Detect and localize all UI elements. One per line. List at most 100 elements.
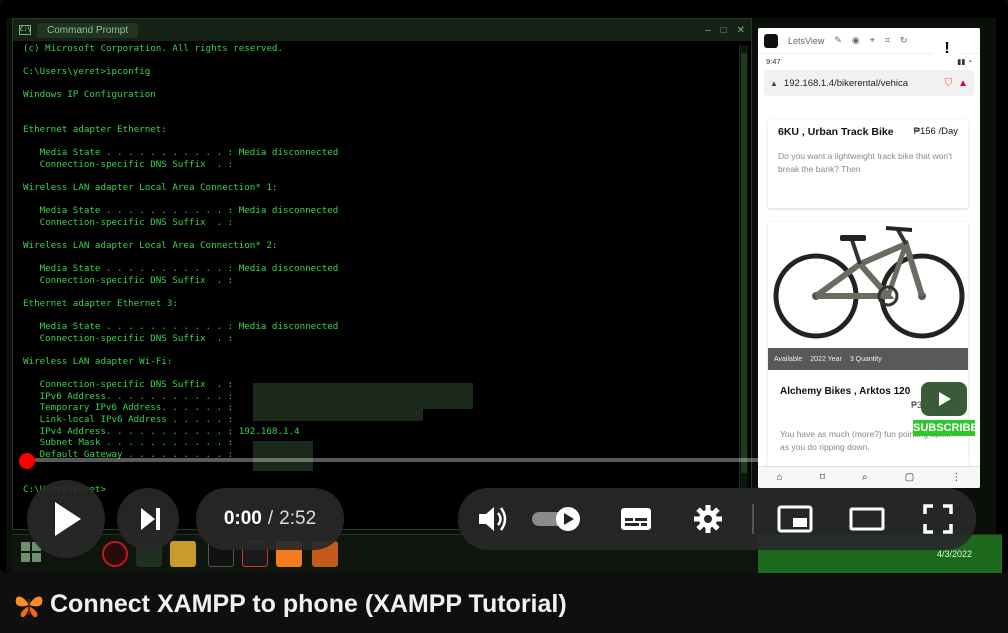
- cmd-output-line: [23, 286, 723, 298]
- bike-price: ₱156 /Day: [913, 126, 958, 137]
- cmd-output-line: Media State . . . . . . . . . . . : Medi…: [23, 147, 339, 159]
- cmd-output-line: [23, 101, 723, 113]
- cmd-output-line: [23, 310, 723, 322]
- pin-icon: ⌖: [869, 35, 875, 45]
- time-separator: /: [267, 508, 274, 529]
- cmd-window-controls: – □ ✕: [705, 25, 745, 36]
- more-info-button[interactable]: !: [932, 34, 962, 64]
- progress-bar[interactable]: [22, 458, 974, 462]
- cmd-scrollbar: [739, 45, 748, 525]
- redacted-ip-block: [253, 383, 473, 409]
- duration: 2:52: [279, 508, 317, 529]
- miniplayer-button[interactable]: [774, 488, 816, 550]
- search-icon: ⌕: [862, 472, 868, 483]
- cmd-output-line: [23, 194, 723, 206]
- home-icon: ⌂: [776, 472, 783, 483]
- cmd-output-line: Wireless LAN adapter Wi-Fi:: [23, 356, 173, 368]
- menu-icon: ⋮: [951, 472, 962, 483]
- status-icons: ▮▮ ◔: [957, 56, 972, 66]
- video-player[interactable]: C:\ Command Prompt – □ ✕ (c) Microsoft C…: [0, 0, 1008, 573]
- skip-next-icon: [141, 508, 160, 530]
- next-button[interactable]: [117, 488, 179, 550]
- bike-desc: Do you want a lightweight track bike tha…: [778, 151, 953, 174]
- cmd-output-line: Subnet Mask . . . . . . . . . . . :: [23, 437, 234, 449]
- autoplay-toggle[interactable]: [530, 488, 586, 550]
- autoplay-icon: [532, 507, 580, 531]
- rotate-icon: ↻: [899, 35, 908, 45]
- browser-url-bar: ▲ 192.168.1.4/bikerental/vehica ⛉ ▲: [764, 70, 974, 96]
- progress-scrubber[interactable]: [19, 453, 35, 469]
- volume-button[interactable]: [472, 488, 512, 550]
- current-time: 0:00: [223, 508, 262, 529]
- cmd-output-line: [23, 55, 723, 67]
- minimize-icon: –: [705, 24, 711, 36]
- bike-card: 6KU , Urban Track Bike ₱156 /Day Do you …: [768, 120, 968, 208]
- rewards-icon: ▲: [958, 77, 968, 89]
- cmd-output-line: [23, 252, 723, 264]
- tabs-icon: ▢: [904, 472, 915, 483]
- play-icon: [55, 502, 81, 536]
- bike-badges: Available 2022 Year 3 Quantity: [768, 348, 968, 370]
- crop-icon: ⌗: [884, 35, 890, 45]
- quantity-badge: 3 Quantity: [849, 355, 882, 363]
- right-controls: [458, 488, 976, 550]
- status-time: 9:47: [766, 56, 781, 66]
- cmd-output-line: [23, 344, 723, 356]
- cmd-output-line: IPv4 Address. . . . . . . . . . . : 192.…: [23, 425, 300, 437]
- cmd-output-line: [23, 171, 723, 183]
- subscribe-label: SUBSCRIBE: [913, 420, 978, 436]
- settings-button[interactable]: [688, 488, 728, 550]
- cmd-titlebar: C:\ Command Prompt – □ ✕: [13, 19, 751, 41]
- cmd-output-line: Connection-specific DNS Suffix . :: [23, 158, 234, 170]
- play-icon: [921, 382, 967, 416]
- cmd-output-line: Connection-specific DNS Suffix . :: [23, 216, 234, 228]
- gear-icon: [694, 505, 722, 533]
- fullscreen-button[interactable]: [918, 488, 958, 550]
- cmd-output-line: [23, 472, 723, 484]
- theater-mode-button[interactable]: [846, 488, 888, 550]
- cmd-output-line: [23, 460, 723, 472]
- cmd-output-line: Connection-specific DNS Suffix . :: [23, 332, 234, 344]
- letsview-logo: [764, 33, 778, 48]
- redacted-ip-block: [253, 441, 313, 471]
- subtitles-button[interactable]: [616, 488, 656, 550]
- cmd-output-line: Wireless LAN adapter Local Area Connecti…: [23, 182, 278, 194]
- maximize-icon: □: [720, 24, 727, 36]
- bookmark-icon: ⌑: [819, 472, 825, 483]
- subscribe-watermark: SUBSCRIBE: [913, 382, 978, 442]
- close-icon: ✕: [736, 24, 745, 36]
- theater-icon: [849, 507, 885, 531]
- video-title-row: Connect XAMPP to phone (XAMPP Tutorial): [14, 590, 567, 619]
- cmd-icon: C:\: [19, 25, 31, 35]
- cmd-title: Command Prompt: [37, 22, 139, 38]
- bike-title: 6KU , Urban Track Bike: [778, 126, 894, 138]
- video-title[interactable]: Connect XAMPP to phone (XAMPP Tutorial): [50, 590, 567, 619]
- tray-date: 4/3/2022: [936, 549, 972, 559]
- url-text: 192.168.1.4/bikerental/vehica: [783, 77, 909, 89]
- cmd-output-line: [23, 113, 723, 125]
- redacted-ip-block: [253, 409, 423, 421]
- cmd-output-line: Media State . . . . . . . . . . . : Medi…: [23, 321, 339, 333]
- play-button[interactable]: [27, 480, 105, 558]
- cmd-output-line: Ethernet adapter Ethernet 3:: [23, 298, 178, 310]
- command-prompt-window: C:\ Command Prompt – □ ✕ (c) Microsoft C…: [12, 18, 752, 530]
- brave-shield-icon: ⛉: [944, 77, 953, 89]
- cmd-output-line: Wireless LAN adapter Local Area Connecti…: [23, 240, 278, 252]
- cmd-output-line: C:\Users\yeret>ipconfig: [23, 66, 151, 78]
- cmd-output-line: Connection-specific DNS Suffix . :: [23, 274, 234, 286]
- cmd-output-line: Ethernet adapter Ethernet:: [23, 124, 167, 136]
- browser-bottom-nav: ⌂ ⌑ ⌕ ▢ ⋮: [758, 466, 980, 488]
- letsview-name: LetsView: [788, 35, 825, 46]
- cmd-output-line: [23, 136, 723, 148]
- cmd-output: (c) Microsoft Corporation. All rights re…: [23, 43, 723, 523]
- cmd-output-line: (c) Microsoft Corporation. All rights re…: [23, 43, 283, 54]
- warning-icon: ▲: [770, 78, 778, 88]
- subtitles-icon: [621, 508, 651, 530]
- miniplayer-icon: [777, 505, 813, 533]
- volume-icon: [479, 507, 507, 531]
- cmd-output-line: Windows IP Configuration: [23, 89, 156, 101]
- fullscreen-icon: [923, 504, 953, 534]
- year-badge: 2022 Year: [810, 355, 842, 363]
- cmd-output-line: [23, 229, 723, 241]
- cmd-output-line: [23, 368, 723, 380]
